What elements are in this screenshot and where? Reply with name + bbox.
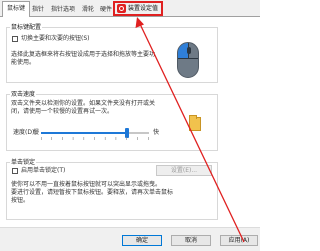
slider-ticks	[41, 137, 149, 140]
fast-label: 快	[153, 129, 160, 136]
click-lock-label[interactable]: 启用单击锁定(T)	[21, 167, 65, 175]
cancel-button[interactable]: 取消	[171, 235, 211, 246]
button-config-desc-line1: 选择此复选框来将右按钮设成用于选择和拖放等主要功	[11, 51, 156, 58]
button-config-title: 鼠标键配置	[10, 22, 43, 31]
tab-mouse-buttons[interactable]: 鼠标键	[2, 1, 30, 17]
slider-fill	[41, 132, 128, 134]
apply-button[interactable]: 应用(A)	[220, 235, 258, 246]
click-lock-desc-line2: 要进行设置，请短暂按下鼠标按钮。要释放，请再次单击鼠标	[11, 189, 174, 196]
ok-button[interactable]: 确定	[122, 235, 162, 246]
switch-buttons-label[interactable]: 切换主要和次要的按钮(S)	[21, 35, 90, 43]
click-lock-checkbox[interactable]	[12, 168, 18, 174]
click-lock-desc-line3: 按钮。	[11, 197, 30, 204]
slow-label: 慢	[33, 129, 40, 136]
tab-device-settings-label: 装置设定值	[128, 5, 159, 12]
double-click-desc-line1: 双击文件夹以检测你的设置。如果文件夹没有打开或关	[11, 100, 156, 107]
click-lock-settings-button[interactable]: 设置(E)...	[156, 165, 212, 176]
click-lock-desc-line1: 使你可以不用一直按着鼠标按钮就可以突出显示或拖曳。	[11, 181, 162, 188]
double-click-speed-slider[interactable]	[41, 132, 149, 134]
device-settings-icon	[117, 4, 126, 13]
switch-buttons-checkbox[interactable]	[12, 36, 18, 42]
tab-pointer-options[interactable]: 指针选项	[48, 3, 78, 16]
test-folder-icon[interactable]	[189, 115, 201, 131]
mouse-icon	[177, 42, 199, 78]
tab-wheel[interactable]: 滑轮	[80, 3, 96, 16]
tab-pointers[interactable]: 指针	[30, 3, 46, 16]
double-click-desc-line2: 闭，请使用一个较慢的设置再试一次。	[11, 108, 114, 115]
tab-hardware[interactable]: 硬件	[98, 3, 114, 16]
button-config-desc-line2: 能使用。	[11, 59, 36, 66]
click-lock-title: 单击锁定	[10, 157, 37, 166]
double-click-title: 双击速度	[10, 89, 37, 98]
dialog-footer: 确定 取消 应用(A)	[0, 227, 260, 251]
tab-bar: 鼠标键 指针 指针选项 滑轮 硬件 装置设定值	[0, 0, 260, 17]
